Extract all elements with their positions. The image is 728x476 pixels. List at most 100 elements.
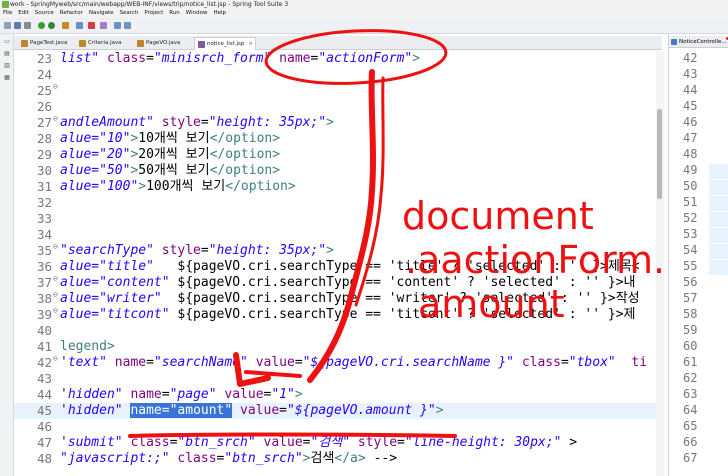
menu-item-navigate[interactable]: Navigate [86, 9, 117, 18]
code-line[interactable]: 44'hidden" name="page" value="1"> [14, 387, 656, 403]
code-line[interactable]: 28 alue="10">10개씩 보기</option> [14, 131, 656, 147]
code-token: "btn_srch" [177, 435, 256, 450]
side-line-number: 59 [683, 323, 698, 337]
package-explorer-icon[interactable]: ▤ [3, 50, 11, 57]
restore-icon[interactable]: ▭ [3, 38, 11, 45]
code-token: 10개씩 보기 [138, 131, 210, 146]
side-line-number: 53 [683, 227, 698, 241]
close-tab-icon[interactable]: × [248, 41, 253, 47]
side-line-number: 67 [683, 451, 698, 465]
search-icon[interactable] [100, 22, 107, 29]
code-token: style [161, 243, 201, 258]
editor-tab[interactable]: PageTest.java [18, 37, 74, 50]
code-line[interactable]: 41 legend> [14, 339, 656, 355]
code-token: > [435, 403, 444, 418]
tab-notice-controller[interactable]: NoticeControlle... [669, 36, 728, 48]
servers-icon[interactable]: ▦ [3, 74, 11, 81]
editor-tab[interactable]: PageVO.java [134, 37, 192, 50]
menu-item-edit[interactable]: Edit [15, 9, 32, 18]
code-line[interactable]: 29 alue="20">20개씩 보기</option> [14, 147, 656, 163]
side-line-number: 43 [683, 67, 698, 81]
annotation-text-amount: amount [418, 282, 565, 326]
code-token: list" [60, 51, 100, 66]
open-type-icon[interactable] [76, 22, 83, 29]
side-line-number: 56 [683, 275, 698, 289]
code-line[interactable]: 43 [14, 371, 656, 387]
code-token: ${pageVO.cri.searchType == 'titcont' ? '… [169, 307, 636, 322]
code-line[interactable]: 45 'hidden" name="amount" value="${pageVO… [14, 403, 656, 419]
side-line-number: 57 [683, 291, 698, 305]
new-icon[interactable] [4, 22, 11, 29]
menu-item-refactor[interactable]: Refactor [57, 9, 86, 18]
code-token: "tbox" [568, 355, 616, 370]
code-token: = [560, 355, 569, 370]
line-number: 36 [36, 259, 52, 274]
stop-icon[interactable] [88, 22, 95, 29]
code-token: value [263, 435, 303, 450]
tab-label: PageTest.java [30, 40, 68, 46]
code-token: value [224, 387, 264, 402]
menu-item-file[interactable]: File [0, 9, 15, 18]
fold-marker-icon[interactable]: ⊖ [53, 303, 58, 319]
menu-item-source[interactable]: Source [32, 9, 57, 18]
fold-marker-icon[interactable]: ⊖ [53, 111, 58, 127]
code-line[interactable]: 48 "javascript:;" class="btn_srch">검색</a>… [14, 451, 656, 467]
left-trim-bar: ▭ ▤ ▥ ▦ [0, 34, 14, 476]
code-token: > [326, 115, 334, 130]
code-line[interactable]: 31 alue="100">100개씩 보기</option> [14, 179, 656, 195]
line-number: 46 [36, 419, 52, 434]
menu-item-window[interactable]: Window [183, 9, 211, 18]
scrollbar-thumb[interactable] [657, 109, 662, 199]
line-number: 48 [36, 451, 52, 466]
side-line-number: 51 [683, 195, 698, 209]
code-text: 'hidden" name="amount" value="${pageVO.a… [60, 403, 444, 419]
code-line[interactable]: 24 [14, 67, 656, 83]
code-token: 100개씩 보기 [146, 179, 226, 194]
code-line[interactable]: 47'submit" class="btn_srch" value="검색" s… [14, 435, 656, 451]
code-token: value [255, 355, 295, 370]
side-line-number: 65 [683, 419, 698, 433]
fold-marker-icon[interactable]: ⊖ [53, 287, 58, 303]
forward-icon[interactable] [124, 22, 131, 29]
line-number: 47 [36, 435, 52, 450]
fold-marker-icon[interactable]: ⊖ [53, 239, 58, 255]
code-token: > [412, 51, 421, 66]
code-line[interactable]: 42 ⊖'text" name="searchName" value="${pag… [14, 354, 656, 371]
outline-icon[interactable]: ▥ [3, 62, 11, 69]
line-number: 43 [36, 371, 52, 386]
debug-icon[interactable] [38, 22, 45, 29]
print-icon[interactable] [24, 22, 31, 29]
back-icon[interactable] [114, 22, 121, 29]
fold-marker-icon[interactable]: ⊖ [53, 351, 58, 367]
code-token: = [161, 387, 170, 402]
fold-marker-icon[interactable]: ⊖ [53, 79, 58, 95]
file-icon [21, 40, 28, 47]
menu-item-project[interactable]: Project [141, 9, 166, 18]
menu-item-search[interactable]: Search [117, 9, 142, 18]
editor-tab[interactable]: notice_list.jsp × [194, 37, 256, 50]
menu-item-run[interactable]: Run [166, 9, 183, 18]
code-token: 'hidden" [60, 403, 123, 418]
run-icon[interactable] [48, 22, 55, 29]
code-token: 'hidden" [60, 387, 123, 402]
code-line[interactable]: 26 [14, 99, 656, 115]
code-token: = [279, 403, 287, 418]
code-line[interactable]: 27 ⊖ andleAmount" style="height: 35px;"> [14, 114, 656, 131]
side-line-number: 50 [683, 179, 698, 193]
code-line[interactable]: 30 alue="50">50개씩 보기</option> [14, 163, 656, 179]
code-token: alue="50" [60, 163, 131, 178]
side-line-number: 48 [683, 147, 698, 161]
save-icon[interactable] [14, 22, 21, 29]
code-token: "javascript:;" [60, 451, 170, 466]
code-line[interactable]: 23 list" class="minisrch_form" name="acti… [14, 51, 656, 67]
code-token: class [521, 355, 561, 370]
build-icon[interactable] [62, 22, 69, 29]
editor-tab[interactable]: Criteria.java [76, 37, 132, 50]
fold-marker-icon[interactable]: ⊖ [53, 271, 58, 287]
code-token: style [357, 435, 398, 450]
code-line[interactable]: 46 [14, 419, 656, 435]
code-line[interactable]: 25 ⊖ [14, 82, 656, 99]
menu-item-help[interactable]: Help [210, 9, 229, 18]
